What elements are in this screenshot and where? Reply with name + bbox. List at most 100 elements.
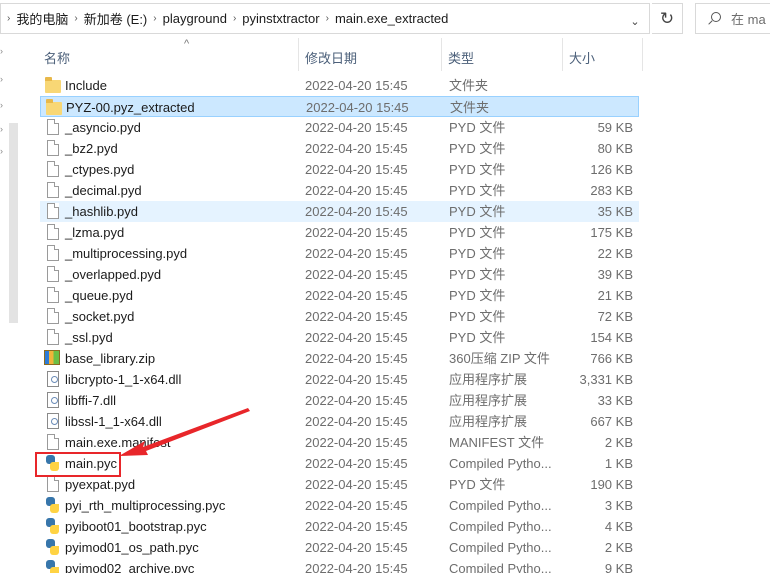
file-size: 33 KB xyxy=(597,393,633,408)
file-modified-date: 2022-04-20 15:45 xyxy=(305,330,408,345)
file-type: PYD 文件 xyxy=(449,204,506,219)
column-divider[interactable] xyxy=(441,38,442,71)
file-row[interactable]: _lzma.pyd 2022-04-20 15:45 PYD 文件 175 KB xyxy=(40,222,639,243)
file-row[interactable]: pyi_rth_multiprocessing.pyc 2022-04-20 15… xyxy=(40,495,639,516)
breadcrumb-item-pyinstxtractor[interactable]: pyinstxtractor xyxy=(242,11,319,26)
chevron-right-icon[interactable]: › xyxy=(74,13,77,24)
file-type: Compiled Pytho... xyxy=(449,540,552,555)
chevron-right-icon[interactable]: › xyxy=(7,13,10,24)
column-divider[interactable] xyxy=(562,38,563,71)
file-row[interactable]: base_library.zip 2022-04-20 15:45 360压缩 ZI… xyxy=(40,348,639,369)
file-row[interactable]: pyiboot01_bootstrap.pyc 2022-04-20 15:45 C… xyxy=(40,516,639,537)
file-row[interactable]: _multiprocessing.pyd 2022-04-20 15:45 PYD … xyxy=(40,243,639,264)
chevron-right-icon[interactable]: › xyxy=(153,13,156,24)
file-row[interactable]: main.exe.manifest 2022-04-20 15:45 MANIFES… xyxy=(40,432,639,453)
python-file-icon xyxy=(46,497,59,513)
column-header-name[interactable]: 名称 xyxy=(44,48,70,67)
file-row[interactable]: _ctypes.pyd 2022-04-20 15:45 PYD 文件 126 KB xyxy=(40,159,639,180)
zip-archive-icon xyxy=(44,350,60,365)
file-modified-date: 2022-04-20 15:45 xyxy=(305,540,408,555)
breadcrumb[interactable]: › 我的电脑 › 新加卷 (E:) › playground › pyinstx… xyxy=(0,3,650,34)
expand-chevron-icon[interactable]: › xyxy=(0,146,8,156)
chevron-right-icon[interactable]: › xyxy=(233,13,236,24)
file-modified-date: 2022-04-20 15:45 xyxy=(306,100,409,115)
column-header-size[interactable]: 大小 xyxy=(569,48,595,67)
file-name: libffi-7.dll xyxy=(65,393,117,408)
file-size: 35 KB xyxy=(597,204,633,219)
file-row[interactable]: _socket.pyd 2022-04-20 15:45 PYD 文件 72 KB xyxy=(40,306,639,327)
file-row[interactable]: pyimod01_os_path.pyc 2022-04-20 15:45 Comp… xyxy=(40,537,639,558)
file-name: _socket.pyd xyxy=(65,309,135,324)
search-placeholder: 在 ma xyxy=(731,12,766,27)
navigation-pane[interactable]: › › › › › xyxy=(0,38,22,573)
breadcrumb-item-computer[interactable]: 我的电脑 xyxy=(16,9,68,28)
file-row[interactable]: _queue.pyd 2022-04-20 15:45 PYD 文件 21 KB xyxy=(40,285,639,306)
file-name: _overlapped.pyd xyxy=(65,267,162,282)
file-row[interactable]: _overlapped.pyd 2022-04-20 15:45 PYD 文件 39 … xyxy=(40,264,639,285)
file-name: libssl-1_1-x64.dll xyxy=(65,414,162,429)
file-type: PYD 文件 xyxy=(449,183,506,198)
file-row[interactable]: libssl-1_1-x64.dll 2022-04-20 15:45 应用程序扩展… xyxy=(40,411,639,432)
file-row[interactable]: PYZ-00.pyz_extracted 2022-04-20 15:45 文件夹 xyxy=(40,96,639,117)
file-modified-date: 2022-04-20 15:45 xyxy=(305,498,408,513)
file-row[interactable]: _hashlib.pyd 2022-04-20 15:45 PYD 文件 35 KB xyxy=(40,201,639,222)
file-row[interactable]: _asyncio.pyd 2022-04-20 15:45 PYD 文件 59 KB xyxy=(40,117,639,138)
file-type: PYD 文件 xyxy=(449,309,506,324)
file-name: _ctypes.pyd xyxy=(65,162,135,177)
navigation-scrollbar[interactable] xyxy=(9,123,18,323)
file-row[interactable]: _decimal.pyd 2022-04-20 15:45 PYD 文件 283 KB xyxy=(40,180,639,201)
chevron-down-icon[interactable]: ⌄ xyxy=(624,12,646,32)
file-modified-date: 2022-04-20 15:45 xyxy=(305,372,408,387)
file-modified-date: 2022-04-20 15:45 xyxy=(305,120,408,135)
file-icon xyxy=(47,245,59,261)
file-type: PYD 文件 xyxy=(449,477,506,492)
search-input[interactable]: 在 ma xyxy=(695,3,770,34)
column-divider[interactable] xyxy=(298,38,299,71)
file-row[interactable]: libffi-7.dll 2022-04-20 15:45 应用程序扩展 33 KB xyxy=(40,390,639,411)
expand-chevron-icon[interactable]: › xyxy=(0,74,8,84)
file-row[interactable]: _bz2.pyd 2022-04-20 15:45 PYD 文件 80 KB xyxy=(40,138,639,159)
file-modified-date: 2022-04-20 15:45 xyxy=(305,267,408,282)
file-modified-date: 2022-04-20 15:45 xyxy=(305,225,408,240)
file-type: Compiled Pytho... xyxy=(449,456,552,471)
column-header-type[interactable]: 类型 xyxy=(448,48,474,67)
breadcrumb-item-playground[interactable]: playground xyxy=(163,11,227,26)
file-row[interactable]: libcrypto-1_1-x64.dll 2022-04-20 15:45 应用程… xyxy=(40,369,639,390)
column-header-date[interactable]: 修改日期 xyxy=(305,48,357,67)
file-size: 3,331 KB xyxy=(579,372,634,387)
file-type: 应用程序扩展 xyxy=(449,372,528,387)
file-icon xyxy=(47,140,59,156)
file-size: 39 KB xyxy=(597,267,633,282)
expand-chevron-icon[interactable]: › xyxy=(0,46,8,56)
file-size: 190 KB xyxy=(590,477,633,492)
file-type: 应用程序扩展 xyxy=(449,393,528,408)
column-divider[interactable] xyxy=(642,38,643,71)
file-modified-date: 2022-04-20 15:45 xyxy=(305,183,408,198)
file-icon xyxy=(47,329,59,345)
file-type: 文件夹 xyxy=(450,100,490,115)
dll-file-icon xyxy=(47,371,59,387)
expand-chevron-icon[interactable]: › xyxy=(0,100,8,110)
file-size: 766 KB xyxy=(590,351,633,366)
breadcrumb-item-drive[interactable]: 新加卷 (E:) xyxy=(84,9,148,28)
file-type: PYD 文件 xyxy=(449,288,506,303)
file-type: Compiled Pytho... xyxy=(449,498,552,513)
file-row[interactable]: pyexpat.pyd 2022-04-20 15:45 PYD 文件 190 KB xyxy=(40,474,639,495)
file-modified-date: 2022-04-20 15:45 xyxy=(305,162,408,177)
column-header: ^ 名称 修改日期 类型 大小 xyxy=(22,38,770,74)
file-size: 154 KB xyxy=(590,330,633,345)
expand-chevron-icon[interactable]: › xyxy=(0,124,8,134)
file-modified-date: 2022-04-20 15:45 xyxy=(305,309,408,324)
folder-icon xyxy=(46,99,62,115)
refresh-button[interactable]: ↻ xyxy=(652,3,683,34)
file-modified-date: 2022-04-20 15:45 xyxy=(305,204,408,219)
file-modified-date: 2022-04-20 15:45 xyxy=(305,561,408,573)
breadcrumb-item-current-folder[interactable]: main.exe_extracted xyxy=(335,11,448,26)
file-row[interactable]: pyimod02_archive.pyc 2022-04-20 15:45 Comp… xyxy=(40,558,639,573)
file-row[interactable]: _ssl.pyd 2022-04-20 15:45 PYD 文件 154 KB xyxy=(40,327,639,348)
file-size: 3 KB xyxy=(604,498,633,513)
chevron-right-icon[interactable]: › xyxy=(326,13,329,24)
file-row[interactable]: main.pyc 2022-04-20 15:45 Compiled Pytho..… xyxy=(40,453,639,474)
file-row[interactable]: Include 2022-04-20 15:45 文件夹 xyxy=(40,75,639,96)
file-type: 文件夹 xyxy=(449,78,489,93)
